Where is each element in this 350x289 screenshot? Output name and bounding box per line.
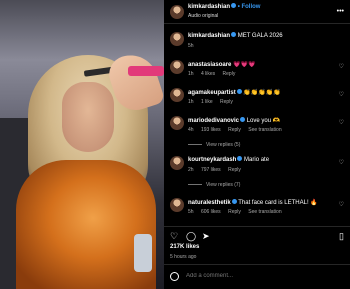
comment-time: 1h (188, 99, 194, 105)
commenter-avatar[interactable] (170, 156, 184, 170)
commenter-avatar[interactable] (170, 60, 184, 74)
caption-text: MET GALA 2026 (237, 33, 283, 40)
bottle (134, 234, 152, 272)
verified-badge-icon (237, 156, 243, 161)
send-icon[interactable]: ➤ (202, 231, 210, 242)
reply-button[interactable]: Reply (228, 127, 241, 133)
comment-line: agamakeupartist 👏👏👏👏👏 (188, 88, 281, 96)
follow-button[interactable]: • Follow (238, 4, 261, 10)
comment-heart-icon[interactable]: ♡ (339, 63, 344, 70)
comment-time: 5h (188, 209, 194, 215)
comment-heart-icon[interactable]: ♡ (339, 201, 344, 208)
comment-text: That face card is LETHAL! 🔥 (238, 200, 318, 206)
view-replies-label: View replies (7) (206, 182, 241, 188)
comment-username[interactable]: agamakeupartist (188, 90, 236, 96)
caption-username[interactable]: kimkardashian (188, 33, 230, 39)
comment-line: anastasiasoare 💗💗💗 (188, 61, 255, 68)
comment-text: Mario ate (244, 157, 270, 164)
action-bar: ♡ ◯ ➤ ▯ (164, 226, 350, 242)
comment-likes[interactable]: 1 like (201, 99, 213, 105)
comment-text: 💗💗💗 (233, 62, 256, 68)
caption-line: kimkardashian MET GALA 2026 (188, 32, 283, 40)
comment-meta: 4h 193 likes Reply See translation (188, 127, 288, 133)
verified-badge-icon (231, 198, 237, 204)
caption-meta: 5h (188, 43, 200, 49)
comment-likes[interactable]: 606 likes (201, 209, 221, 215)
comment-time: 2h (188, 167, 194, 173)
comment-username[interactable]: anastasiasoare (188, 62, 231, 68)
reply-button[interactable]: Reply (228, 167, 241, 173)
post-time: 5 hours ago (170, 254, 197, 260)
author-username[interactable]: kimkardashian (188, 4, 230, 10)
comment-heart-icon[interactable]: ♡ (339, 91, 344, 98)
view-replies-button[interactable]: View replies (7) (188, 182, 240, 188)
caption-time: 5h (188, 43, 194, 49)
verified-badge-icon (231, 32, 237, 37)
comment-meta: 2h 797 likes Reply (188, 167, 247, 173)
bookmark-icon[interactable]: ▯ (339, 231, 344, 242)
comment-likes[interactable]: 797 likes (201, 167, 221, 173)
verified-badge-icon (240, 116, 246, 122)
subject-face (62, 82, 114, 152)
view-replies-button[interactable]: View replies (5) (188, 142, 240, 148)
comment-likes[interactable]: 4 likes (201, 71, 215, 77)
reply-button[interactable]: Reply (228, 209, 241, 215)
author-row: kimkardashian • Follow (188, 3, 261, 10)
replies-divider (188, 184, 202, 186)
view-replies-label: View replies (5) (206, 142, 241, 148)
pink-brush (128, 66, 164, 76)
comment-username[interactable]: naturalesthetik (188, 200, 231, 206)
comment-text: 👏👏👏👏👏 (243, 90, 281, 96)
comment-username[interactable]: mariodedivanovic (188, 118, 239, 124)
comment-likes[interactable]: 193 likes (201, 127, 221, 133)
heart-icon[interactable]: ♡ (170, 231, 178, 242)
comment-line: naturalesthetik That face card is LETHAL… (188, 198, 318, 206)
commenter-avatar[interactable] (170, 198, 184, 212)
verified-badge-icon (236, 88, 242, 94)
see-translation-link[interactable]: See translation (248, 127, 281, 133)
comment-line: mariodedivanovic Love you 🫶 (188, 116, 281, 124)
comment-meta: 5h 606 likes Reply See translation (188, 209, 288, 215)
comment-line: kourtneykardash Mario ate (188, 156, 270, 164)
add-comment-input[interactable] (186, 273, 336, 279)
comment-time: 1h (188, 71, 194, 77)
post-header: kimkardashian • Follow Audio original ••… (164, 0, 350, 24)
comment-text: Love you 🫶 (246, 118, 281, 124)
comment-heart-icon[interactable]: ♡ (339, 159, 344, 166)
reply-button[interactable]: Reply (220, 99, 233, 105)
comment-composer (164, 264, 350, 289)
comment-time: 4h (188, 127, 194, 133)
audio-link[interactable]: Audio original (188, 13, 218, 19)
comment-username[interactable]: kourtneykardash (188, 157, 236, 163)
verified-badge-icon (231, 3, 237, 8)
author-avatar[interactable] (170, 32, 184, 46)
comment-meta: 1h 4 likes Reply (188, 71, 241, 77)
see-translation-link[interactable]: See translation (248, 209, 281, 215)
reply-button[interactable]: Reply (223, 71, 236, 77)
author-avatar[interactable] (170, 5, 184, 19)
commenter-avatar[interactable] (170, 88, 184, 102)
video-player[interactable] (0, 0, 164, 289)
commenter-avatar[interactable] (170, 116, 184, 130)
likes-count[interactable]: 217K likes (170, 244, 199, 250)
replies-divider (188, 144, 202, 146)
emoji-icon[interactable] (170, 272, 179, 281)
more-icon[interactable]: ••• (337, 8, 344, 15)
comments-panel: kimkardashian • Follow Audio original ••… (164, 0, 350, 289)
comment-meta: 1h 1 like Reply (188, 99, 239, 105)
comment-icon[interactable]: ◯ (186, 231, 196, 242)
comment-heart-icon[interactable]: ♡ (339, 119, 344, 126)
